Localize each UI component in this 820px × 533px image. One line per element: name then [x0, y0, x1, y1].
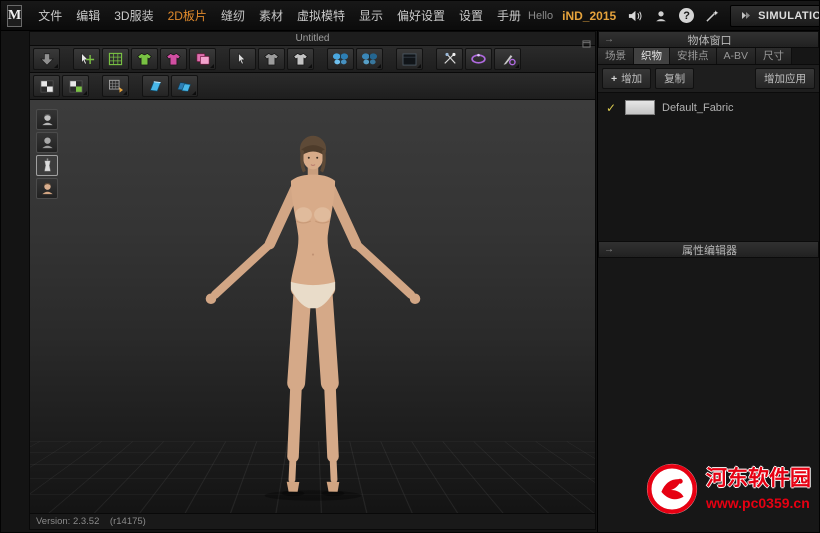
pattern-copy-tool[interactable]	[189, 48, 216, 70]
hello-label: Hello	[528, 9, 554, 22]
menu-settings[interactable]: 设置	[452, 2, 490, 29]
fabric-actions: + 增加 复制 增加应用	[598, 65, 819, 93]
select-move-tool[interactable]	[73, 48, 100, 70]
viewport-3d[interactable]: Version: 2.3.52 (r14175)	[29, 100, 596, 530]
tab-scene[interactable]: 场景	[598, 48, 634, 64]
title-bar: M 文件 编辑 3D服装 2D板片 缝纫 素材 虚拟模特 显示 偏好设置 设置 …	[1, 1, 819, 31]
property-editor-title: 属性编辑器	[682, 244, 737, 257]
property-editor-header[interactable]: → 属性编辑器	[598, 241, 819, 258]
add-fabric-button[interactable]: + 增加	[602, 68, 652, 89]
main-area: Untitled Version: 2.3.52 (r14175)	[1, 31, 597, 532]
volume-icon[interactable]	[625, 7, 643, 25]
tab-arrangement[interactable]: 安排点	[670, 48, 717, 64]
document-title: Untitled	[295, 33, 330, 44]
avatar-preset-head-skin[interactable]	[36, 178, 58, 199]
app-logo: M	[7, 4, 23, 27]
toolbar-row-2	[29, 73, 596, 100]
dark-panel-tool[interactable]	[396, 48, 423, 70]
select-pattern-tool[interactable]	[229, 48, 256, 70]
menu-file[interactable]: 文件	[31, 2, 69, 29]
user-icon[interactable]	[652, 7, 670, 25]
import-arrow-tool[interactable]	[33, 48, 60, 70]
simulation-button[interactable]: SIMULATION ▼	[730, 4, 819, 27]
help-icon[interactable]: ?	[679, 8, 695, 23]
pin-cross-tool[interactable]	[436, 48, 463, 70]
plane-view-tool[interactable]	[142, 75, 169, 97]
texture-checker-tool[interactable]	[33, 75, 60, 97]
menu-3d-garment[interactable]: 3D服装	[107, 2, 160, 29]
menu-manual[interactable]: 手册	[490, 2, 528, 29]
add-apply-button[interactable]: 增加应用	[755, 68, 815, 89]
garment-green-tool[interactable]	[131, 48, 158, 70]
wand-icon[interactable]	[703, 7, 721, 25]
app-window: M 文件 编辑 3D服装 2D板片 缝纫 素材 虚拟模特 显示 偏好设置 设置 …	[0, 0, 820, 533]
detach-arrow-icon[interactable]: →	[604, 34, 614, 45]
symmetry-paste-tool[interactable]	[327, 48, 354, 70]
property-editor-area	[598, 258, 819, 532]
simulation-label: SIMULATION	[758, 9, 819, 22]
menu-bar: 文件 编辑 3D服装 2D板片 缝纫 素材 虚拟模特 显示 偏好设置 设置 手册	[31, 2, 528, 29]
avatar-preset-head-hair[interactable]	[36, 109, 58, 130]
avatar-preset-dress-form[interactable]	[36, 155, 58, 176]
menu-preferences[interactable]: 偏好设置	[390, 2, 452, 29]
username-label: iND_2015	[562, 8, 617, 23]
avatar-legs	[286, 283, 339, 484]
pen-ring-tool[interactable]	[494, 48, 521, 70]
avatar-preset-list	[36, 109, 58, 199]
right-panel: → 物体窗口 场景 织物 安排点 A-BV 尺寸 + 增加 复制 增加应用 ✓ …	[597, 31, 819, 532]
version-status: Version: 2.3.52 (r14175)	[30, 513, 595, 529]
document-tab-bar: Untitled	[29, 31, 596, 48]
menu-2d-pattern[interactable]: 2D板片	[161, 2, 214, 29]
garment-magenta-tool[interactable]	[160, 48, 187, 70]
show-mesh-tool[interactable]	[102, 48, 129, 70]
object-window-header[interactable]: → 物体窗口	[598, 31, 819, 48]
rotate-ring-tool[interactable]	[465, 48, 492, 70]
symmetry-edit-tool[interactable]	[356, 48, 383, 70]
tab-filler	[792, 48, 819, 64]
texture-edit-tool[interactable]	[102, 75, 129, 97]
menu-avatar[interactable]: 虚拟模特	[290, 2, 352, 29]
avatar-preset-head-bald[interactable]	[36, 132, 58, 153]
object-window-tabs: 场景 织物 安排点 A-BV 尺寸	[598, 48, 819, 65]
simulation-icon	[740, 10, 752, 22]
menu-sewing[interactable]: 缝纫	[214, 2, 252, 29]
avatar-torso	[290, 174, 335, 301]
tab-abv[interactable]: A-BV	[716, 48, 757, 64]
titlebar-right-cluster: Hello iND_2015 ? SIMULATION ▼	[528, 4, 819, 27]
texture-checker-color-tool[interactable]	[62, 75, 89, 97]
menu-material[interactable]: 素材	[252, 2, 290, 29]
content-area: Untitled Version: 2.3.52 (r14175) → 物体窗口…	[1, 31, 819, 532]
menu-edit[interactable]: 编辑	[69, 2, 107, 29]
menu-display[interactable]: 显示	[352, 2, 390, 29]
garment-gray-a-tool[interactable]	[258, 48, 285, 70]
fabric-list-item[interactable]: ✓ Default_Fabric	[601, 97, 816, 118]
fabric-name-label: Default_Fabric	[662, 101, 734, 114]
copy-fabric-button[interactable]: 复制	[655, 68, 695, 89]
tab-size[interactable]: 尺寸	[756, 48, 793, 64]
toolbar-row-1	[29, 46, 596, 73]
avatar-model[interactable]	[181, 128, 444, 520]
fabric-list: ✓ Default_Fabric	[598, 93, 819, 241]
plus-icon: +	[611, 72, 618, 85]
plane-arrange-tool[interactable]	[171, 75, 198, 97]
fabric-check-icon[interactable]: ✓	[606, 101, 618, 115]
tab-fabric[interactable]: 织物	[634, 48, 670, 64]
fabric-swatch[interactable]	[625, 100, 655, 115]
detach-arrow-icon-2[interactable]: →	[604, 244, 614, 255]
float-window-icon[interactable]	[582, 35, 591, 53]
object-window-title: 物体窗口	[687, 34, 732, 47]
garment-gray-b-tool[interactable]	[287, 48, 314, 70]
